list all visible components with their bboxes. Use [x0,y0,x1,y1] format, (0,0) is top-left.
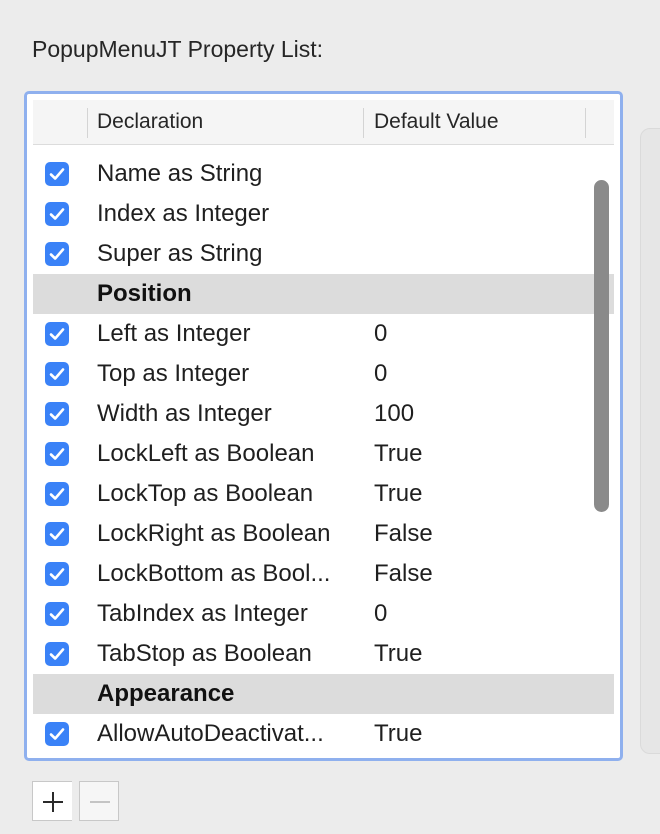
default-value-text: 0 [374,320,388,347]
checkmark-icon [49,448,65,460]
checkbox[interactable] [45,162,69,186]
checkbox[interactable] [45,442,69,466]
header-separator [585,108,586,138]
property-list[interactable]: Declaration Default Value Name as String… [24,91,623,761]
group-label: Position [97,280,192,307]
checkmark-icon [49,248,65,260]
declaration-text: Width as Integer [97,400,272,427]
declaration-text: Top as Integer [97,360,250,387]
property-row[interactable]: LockTop as Boolean True [33,474,614,514]
checkmark-icon [49,368,65,380]
property-list-viewport: Declaration Default Value Name as String… [33,100,614,752]
default-value-text: 0 [374,600,388,627]
declaration-text: Name as String [97,160,263,187]
column-header-default-value[interactable]: Default Value [374,100,499,144]
declaration-text: AllowAutoDeactivat... [97,720,324,747]
checkbox[interactable] [45,562,69,586]
header-separator [87,108,88,138]
property-row[interactable]: Super as String [33,234,614,274]
checkmark-icon [49,488,65,500]
panel-title: PopupMenuJT Property List: [32,36,324,62]
default-value-text: False [374,560,433,587]
checkbox[interactable] [45,642,69,666]
checkbox[interactable] [45,402,69,426]
checkmark-icon [49,568,65,580]
column-header: Declaration Default Value [33,100,614,145]
header-separator [363,108,364,138]
checkmark-icon [49,208,65,220]
property-row[interactable]: TabIndex as Integer 0 [33,594,614,634]
default-value-text: False [374,520,433,547]
declaration-text: TabIndex as Integer [97,600,308,627]
property-row[interactable]: Top as Integer 0 [33,354,614,394]
default-value-text: True [374,720,423,747]
checkbox[interactable] [45,522,69,546]
checkbox[interactable] [45,202,69,226]
default-value-text: True [374,640,423,667]
side-panel [640,128,660,754]
checkbox[interactable] [45,362,69,386]
property-row[interactable]: LockLeft as Boolean True [33,434,614,474]
property-row[interactable]: LockRight as Boolean False [33,514,614,554]
checkbox[interactable] [45,602,69,626]
declaration-text: Index as Integer [97,200,270,227]
checkmark-icon [49,528,65,540]
group-label: Appearance [97,680,235,707]
checkbox[interactable] [45,722,69,746]
property-row[interactable]: TabStop as Boolean True [33,634,614,674]
default-value-text: True [374,440,423,467]
column-header-declaration[interactable]: Declaration [97,100,203,144]
declaration-text: Left as Integer [97,320,251,347]
checkmark-icon [49,648,65,660]
property-row[interactable]: LockBottom as Bool... False [33,554,614,594]
checkmark-icon [49,168,65,180]
declaration-text: TabStop as Boolean [97,640,312,667]
checkmark-icon [49,328,65,340]
property-row[interactable]: Index as Integer [33,194,614,234]
declaration-text: Super as String [97,240,263,267]
declaration-text: LockTop as Boolean [97,480,314,507]
property-row[interactable]: AllowAutoDeactivat... True [33,714,614,752]
property-rows: Name as String Index as Integer Super as S… [33,154,614,752]
declaration-text: LockLeft as Boolean [97,440,315,467]
default-value-text: 0 [374,360,388,387]
add-button[interactable] [32,781,72,821]
declaration-text: LockBottom as Bool... [97,560,331,587]
group-header-row[interactable]: Appearance [33,674,614,714]
checkbox[interactable] [45,482,69,506]
remove-button[interactable] [79,781,119,821]
property-row[interactable]: Left as Integer 0 [33,314,614,354]
checkbox[interactable] [45,322,69,346]
checkmark-icon [49,408,65,420]
property-row[interactable]: Width as Integer 100 [33,394,614,434]
default-value-text: 100 [374,400,415,427]
declaration-text: LockRight as Boolean [97,520,331,547]
default-value-text: True [374,480,423,507]
group-header-row[interactable]: Position [33,274,614,314]
checkbox[interactable] [45,242,69,266]
vertical-scrollbar[interactable] [594,180,609,512]
property-row[interactable]: Name as String [33,154,614,194]
checkmark-icon [49,608,65,620]
checkmark-icon [49,728,65,740]
